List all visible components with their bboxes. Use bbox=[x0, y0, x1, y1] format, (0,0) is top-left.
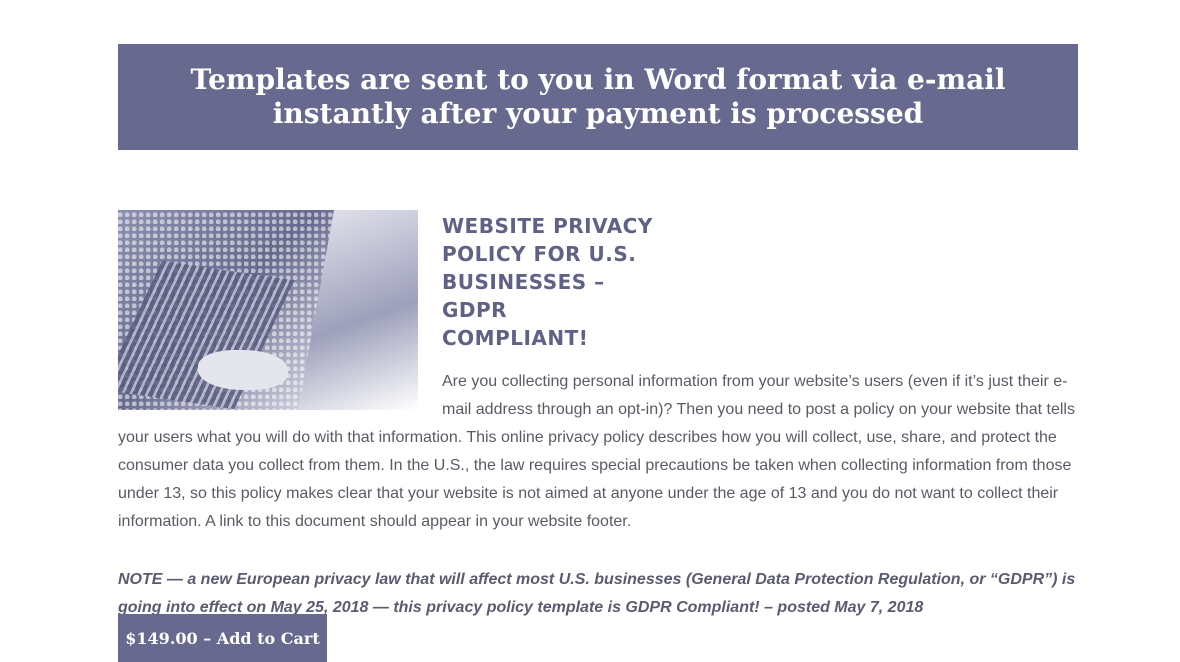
product-image bbox=[118, 210, 418, 410]
payment-notice-banner: Templates are sent to you in Word format… bbox=[118, 44, 1078, 150]
product-section: WEBSITE PRIVACY POLICY FOR U.S. BUSINESS… bbox=[118, 210, 1078, 622]
payment-notice-text: Templates are sent to you in Word format… bbox=[190, 63, 1006, 130]
arm-graphic bbox=[298, 210, 418, 410]
add-to-cart-button[interactable]: $149.00 – Add to Cart bbox=[118, 614, 327, 662]
typing-hand-graphic bbox=[198, 350, 288, 390]
